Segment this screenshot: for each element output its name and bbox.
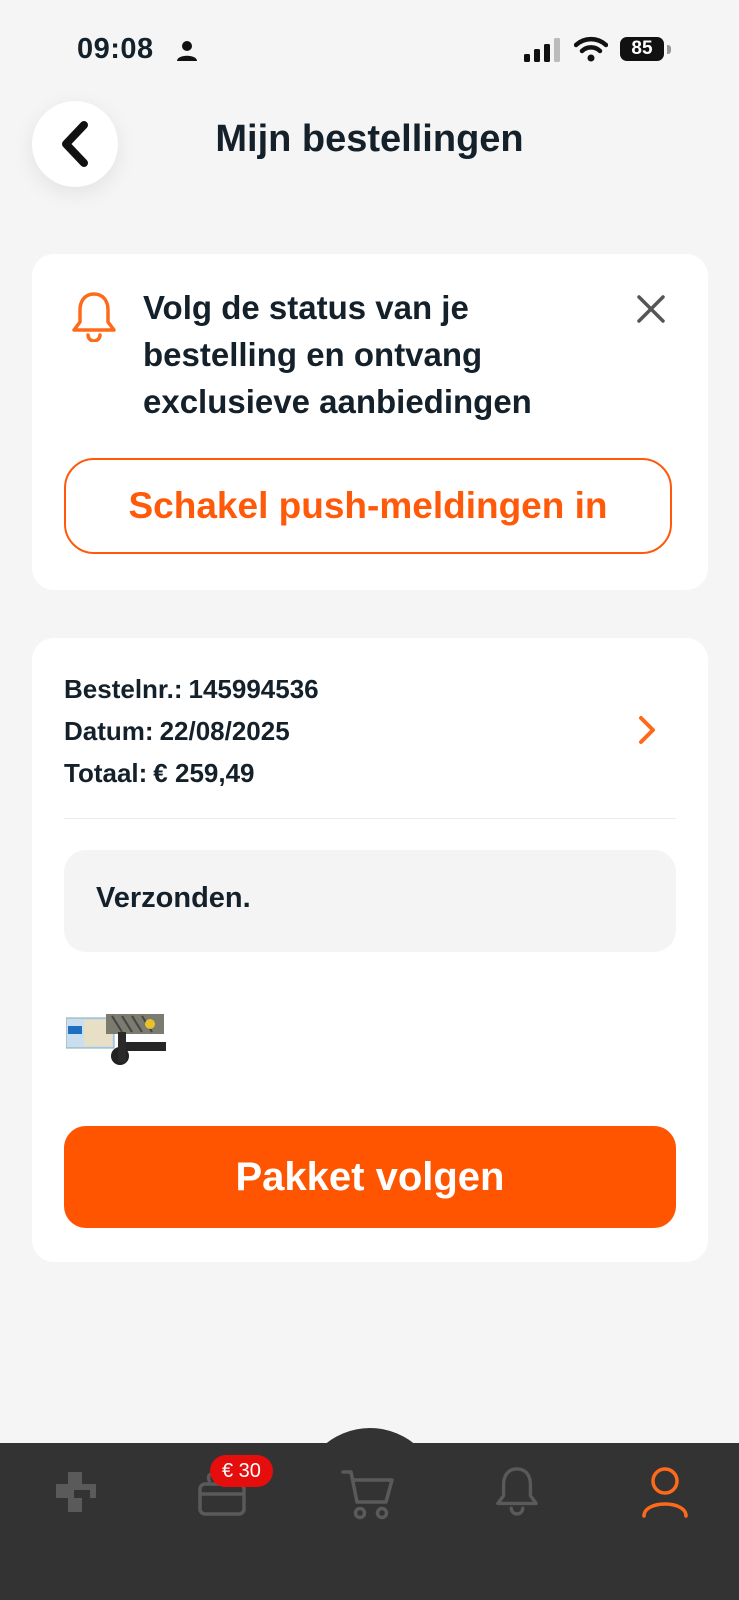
status-bar: 09:08 85 — [0, 0, 739, 100]
reward-badge: € 30 — [210, 1455, 273, 1487]
order-date: 22/08/2025 — [159, 716, 290, 746]
order-number-label: Bestelnr.: — [64, 674, 183, 704]
signal-icon — [524, 38, 560, 62]
wifi-icon — [574, 36, 608, 62]
bell-icon — [72, 292, 116, 342]
battery-level: 85 — [631, 38, 653, 59]
order-date-row: Datum: 22/08/2025 — [64, 710, 319, 752]
bell-icon[interactable] — [494, 1464, 540, 1516]
enable-push-button[interactable]: Schakel push-meldingen in — [64, 458, 672, 554]
order-status: Verzonden. — [96, 882, 251, 914]
order-total-label: Totaal: — [64, 758, 148, 788]
person-icon — [177, 41, 197, 61]
product-image[interactable] — [66, 1008, 168, 1070]
page-title: Mijn bestellingen — [215, 118, 524, 160]
order-number: 145994536 — [188, 674, 319, 704]
home-icon[interactable] — [52, 1468, 100, 1516]
order-card[interactable]: Bestelnr.: 145994536 Datum: 22/08/2025 Tot… — [32, 638, 708, 1262]
status-time: 09:08 — [77, 33, 154, 65]
order-total: € 259,49 — [153, 758, 255, 788]
chevron-right-icon[interactable] — [636, 714, 658, 746]
push-notification-card: Volg de status van je bestelling en ontv… — [32, 254, 708, 590]
order-total-row: Totaal: € 259,49 — [64, 752, 319, 794]
order-number-row: Bestelnr.: 145994536 — [64, 668, 319, 710]
close-icon[interactable] — [636, 294, 666, 324]
push-message: Volg de status van je bestelling en ontv… — [143, 289, 532, 420]
battery-indicator: 85 — [620, 37, 674, 63]
divider — [64, 818, 676, 819]
order-date-label: Datum: — [64, 716, 154, 746]
order-info: Bestelnr.: 145994536 Datum: 22/08/2025 Tot… — [64, 668, 319, 794]
cart-icon[interactable] — [340, 1466, 396, 1522]
track-package-button[interactable]: Pakket volgen — [64, 1126, 676, 1228]
account-icon[interactable] — [640, 1466, 690, 1518]
order-status-box: Verzonden. — [64, 850, 676, 952]
